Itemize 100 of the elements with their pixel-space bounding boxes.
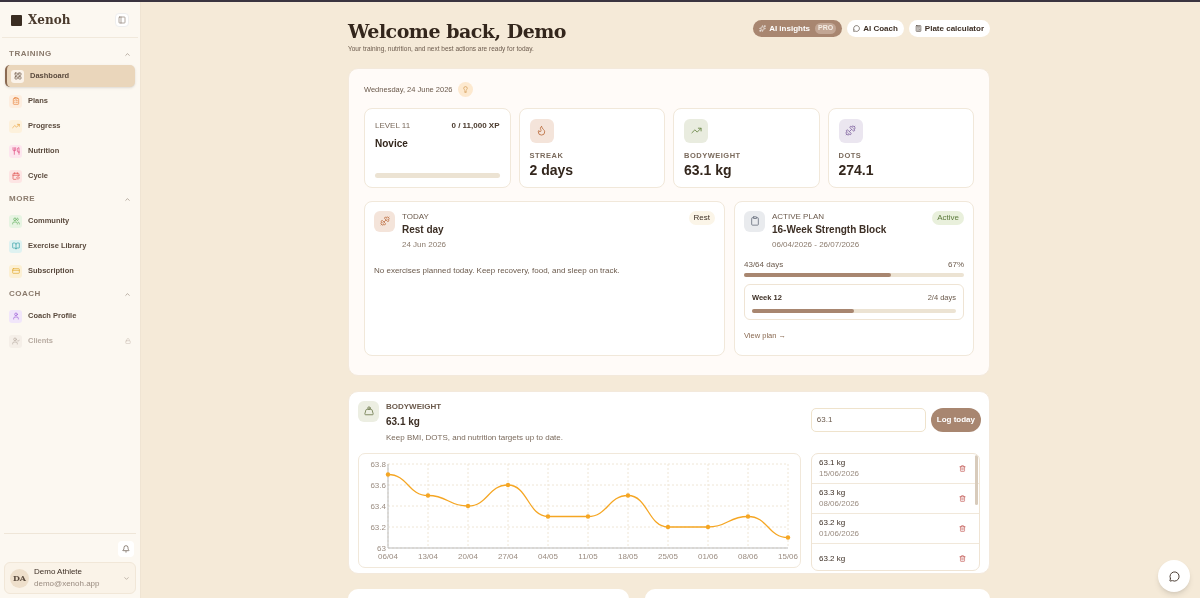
grid-icon — [11, 69, 24, 83]
weight-entry-date: 08/06/2026 — [819, 498, 860, 510]
stat-value: 63.1 kg — [684, 161, 733, 179]
scrollbar — [975, 454, 978, 505]
delete-button[interactable] — [959, 524, 966, 532]
clipboard-icon — [9, 94, 22, 108]
plan-percent: 67% — [948, 258, 964, 271]
bodyweight-label: BODYWEIGHT — [386, 400, 443, 413]
lock-icon — [125, 338, 131, 344]
chat-icon — [853, 25, 861, 32]
xp-count: 0 / 11,000 XP — [451, 119, 500, 132]
trending-up-icon — [684, 118, 708, 143]
bodyweight-value: 63.1 kg — [386, 414, 421, 429]
y-tick-label: 63.8 — [369, 460, 386, 470]
weight-entry: 63.2 kg — [819, 552, 846, 564]
y-tick-label: 63 — [376, 544, 386, 554]
user-check-icon — [9, 334, 22, 348]
data-point — [625, 493, 630, 498]
logo-icon — [11, 14, 22, 26]
ai-coach-button[interactable]: AI Coach — [847, 20, 904, 37]
card-icon — [9, 264, 22, 278]
page-title: Welcome back, Demo — [348, 19, 567, 44]
delete-button[interactable] — [959, 464, 966, 472]
data-point — [505, 483, 510, 488]
weight-entry-date: 01/06/2026 — [819, 528, 860, 540]
trash-icon — [959, 554, 966, 562]
data-point — [785, 535, 790, 540]
brand-name: Xenoh — [28, 12, 71, 29]
x-tick-label: 15/06 — [777, 552, 798, 562]
today-date: 24 Jun 2026 — [402, 238, 448, 251]
stat-value: 274.1 — [838, 161, 875, 179]
chat-icon — [1168, 570, 1180, 582]
weight-input[interactable]: 63.1 — [810, 407, 926, 432]
data-point — [425, 493, 430, 498]
plan-label: ACTIVE PLAN — [772, 210, 825, 223]
user-icon — [9, 309, 22, 323]
section-toggle[interactable] — [124, 50, 131, 58]
x-tick-label: 20/04 — [457, 552, 478, 562]
x-tick-label: 27/04 — [497, 552, 518, 562]
user-avatar: DA — [10, 568, 29, 588]
notifications-button[interactable] — [118, 541, 134, 557]
data-point — [465, 504, 470, 509]
collapse-sidebar-button[interactable] — [115, 13, 129, 27]
level-title: Novice — [375, 136, 409, 151]
today-note: No exercises planned today. Keep recovery, food, and sleep on track. — [374, 264, 621, 277]
x-tick-label: 01/06 — [697, 552, 718, 562]
data-point — [745, 514, 750, 519]
trash-icon — [959, 524, 966, 532]
data-point — [545, 514, 550, 519]
plate-calculator-button[interactable]: Plate calculator — [908, 20, 990, 37]
x-tick-label: 08/06 — [737, 552, 758, 562]
utensils-icon — [9, 144, 22, 158]
data-point — [585, 514, 590, 519]
dumbbell-icon — [838, 118, 863, 143]
calculator-icon — [914, 25, 922, 32]
weight-entry: 63.1 kg — [819, 457, 847, 469]
chevron-down-icon — [123, 574, 130, 582]
section-toggle[interactable] — [124, 195, 131, 203]
flame-icon — [529, 118, 554, 143]
weight-icon — [358, 400, 379, 422]
weight-entry: 63.3 kg — [819, 487, 847, 499]
book-icon — [9, 239, 22, 253]
data-point — [665, 525, 670, 530]
trending-up-icon — [9, 119, 22, 133]
user-email: demo@xenoh.app — [34, 578, 100, 590]
users-icon — [9, 214, 22, 228]
plan-title: 16-Week Strength Block — [772, 222, 888, 237]
calendar-icon — [9, 169, 22, 183]
active-badge: Active — [932, 210, 964, 225]
y-tick-label: 63.6 — [369, 481, 386, 491]
rest-badge: Rest — [688, 210, 715, 225]
today-title: Rest day — [402, 222, 445, 237]
delete-button[interactable] — [959, 554, 966, 562]
bell-icon — [122, 545, 130, 553]
x-tick-label: 04/05 — [537, 552, 558, 562]
today-label: TODAY — [402, 210, 430, 223]
dumbbell-icon — [374, 210, 395, 232]
weight-entry-date: 15/06/2026 — [819, 468, 860, 480]
weight-entry: 63.2 kg — [819, 517, 847, 529]
x-tick-label: 13/04 — [417, 552, 438, 562]
section-toggle[interactable] — [124, 290, 131, 298]
bodyweight-hint: Keep BMI, DOTS, and nutrition targets up to date. — [386, 431, 563, 444]
lightbulb-icon — [457, 81, 473, 97]
user-name: Demo Athlete — [34, 566, 83, 578]
stat-value: 2 days — [529, 161, 575, 179]
clipboard-icon — [744, 210, 765, 232]
plan-date-range: 06/04/2026 - 26/07/2026 — [772, 238, 861, 251]
y-tick-label: 63.2 — [369, 523, 386, 533]
plan-days: 43/64 days — [744, 258, 784, 271]
sparkles-icon — [759, 25, 767, 32]
trash-icon — [959, 494, 966, 502]
chat-button[interactable] — [1158, 560, 1190, 592]
x-tick-label: 18/05 — [617, 552, 638, 562]
x-tick-label: 11/05 — [577, 552, 598, 562]
section-title: MORE — [9, 193, 35, 205]
data-point — [385, 472, 390, 477]
trash-icon — [959, 464, 966, 472]
delete-button[interactable] — [959, 494, 966, 502]
level-label: LEVEL 11 — [375, 119, 411, 132]
data-point — [705, 525, 710, 530]
